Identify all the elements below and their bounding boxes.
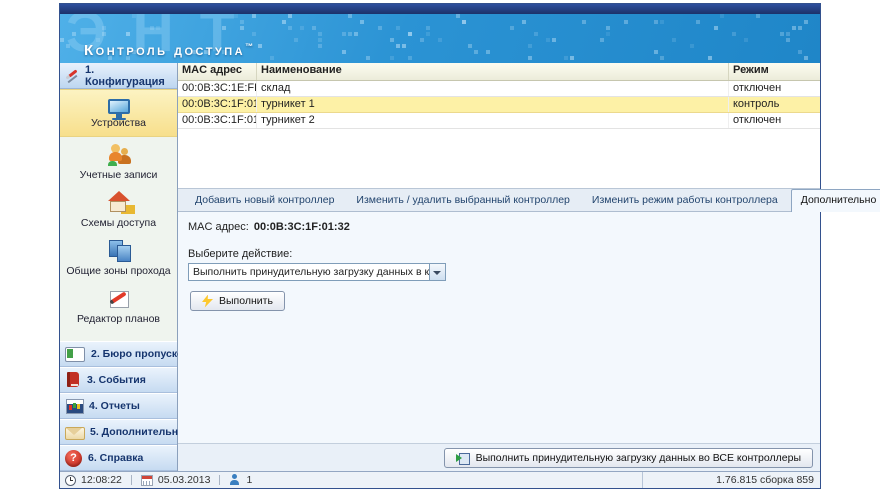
execute-all-button[interactable]: Выполнить принудительную загрузку данных…	[444, 448, 813, 468]
execute-button[interactable]: Выполнить	[190, 291, 285, 311]
execute-all-button-label: Выполнить принудительную загрузку данных…	[476, 452, 801, 464]
tab-edit-delete-controller[interactable]: Изменить / удалить выбранный контроллер	[347, 190, 578, 211]
mac-cell: 00:0B:3C:1E:FB:F8	[178, 81, 257, 96]
app-header: ЭНТ Контроль доступа™	[60, 14, 820, 63]
mode-cell: отключен	[729, 81, 820, 96]
sidebar-section-reports[interactable]: 4. Отчеты	[60, 393, 177, 419]
book-icon	[65, 372, 81, 388]
sidebar-item-label: Схемы доступа	[81, 217, 156, 229]
envelope-icon	[65, 425, 84, 440]
sidebar-section-extras[interactable]: 5. Дополнительно	[60, 419, 177, 445]
mac-cell: 00:0B:3C:1F:01:32	[178, 97, 257, 112]
sidebar-item-label: Общие зоны прохода	[66, 265, 170, 277]
bottom-action-bar: Выполнить принудительную загрузку данных…	[178, 443, 820, 471]
sidebar-section-configuration[interactable]: 1. Конфигурация	[60, 63, 177, 89]
app-title: Контроль доступа™	[84, 42, 253, 59]
sidebar-section-label: 1. Конфигурация	[85, 64, 173, 88]
tab-panel-additional: MAC адрес: 00:0B:3C:1F:01:32 Выберите дей…	[178, 212, 820, 471]
sidebar-section-label: 2. Бюро пропусков	[91, 348, 190, 360]
mode-cell: контроль	[729, 97, 820, 112]
calendar-icon	[141, 475, 153, 486]
name-cell: склад	[257, 81, 729, 96]
sidebar-section-help[interactable]: 6. Справка	[60, 445, 177, 471]
tab-additional[interactable]: Дополнительно	[791, 189, 880, 212]
panel-empty-area	[178, 311, 820, 443]
table-row-selected[interactable]: 00:0B:3C:1F:01:32 турникет 1 контроль	[178, 97, 820, 113]
tab-change-mode[interactable]: Изменить режим работы контроллера	[583, 190, 787, 211]
sidebar-section-label: 4. Отчеты	[89, 400, 140, 412]
sidebar-item-devices[interactable]: Устройства	[60, 89, 177, 137]
sidebar-section-label: 6. Справка	[88, 452, 143, 464]
mac-address-value: 00:0B:3C:1F:01:32	[254, 221, 350, 233]
clock-icon	[65, 475, 76, 486]
mac-address-label: MAC адрес:	[188, 221, 249, 233]
mac-address-line: MAC адрес: 00:0B:3C:1F:01:32	[188, 221, 820, 233]
lightning-icon	[202, 295, 213, 308]
status-separator	[131, 475, 132, 485]
sidebar-section-label: 5. Дополнительно	[90, 426, 185, 438]
help-icon	[65, 450, 82, 467]
titlebar	[60, 4, 820, 14]
sidebar-collapsed-sections: 2. Бюро пропусков 3. События 4. Отчеты 5…	[60, 341, 177, 471]
status-version: 1.76.815 сборка 859	[642, 472, 820, 488]
status-bar: 12:08:22 05.03.2013 1 1.76.815 сборка 85…	[60, 471, 820, 488]
action-select-value: Выполнить принудительную загрузку данных…	[189, 264, 429, 280]
sidebar-section-passes[interactable]: 2. Бюро пропусков	[60, 341, 177, 367]
name-cell: турникет 2	[257, 113, 729, 128]
zones-icon	[106, 238, 132, 262]
mode-cell: отключен	[729, 113, 820, 128]
sidebar-item-label: Учетные записи	[80, 169, 158, 181]
chevron-down-icon[interactable]	[429, 264, 445, 280]
tab-bar: Добавить новый контроллер Изменить / уда…	[178, 189, 820, 212]
sidebar: 1. Конфигурация Устройства Учетные запис…	[60, 63, 178, 471]
action-select-label: Выберите действие:	[188, 248, 820, 260]
chart-icon	[65, 398, 83, 414]
devices-table: MAC адрес Наименование Режим 00:0B:3C:1E…	[178, 63, 820, 189]
app-window: ЭНТ Контроль доступа™ 1. Конфигурация Ус…	[59, 3, 821, 489]
status-user-count: 1	[246, 474, 252, 486]
table-row[interactable]: 00:0B:3C:1F:01:1A турникет 2 отключен	[178, 113, 820, 129]
users-icon	[106, 142, 132, 166]
action-select[interactable]: Выполнить принудительную загрузку данных…	[188, 263, 446, 281]
sidebar-item-plan-editor[interactable]: Редактор планов	[60, 281, 177, 329]
status-separator	[219, 475, 220, 485]
execute-button-label: Выполнить	[219, 295, 273, 307]
tools-icon	[64, 68, 80, 83]
sidebar-item-accounts[interactable]: Учетные записи	[60, 137, 177, 185]
operator-icon	[229, 474, 241, 486]
table-header-row: MAC адрес Наименование Режим	[178, 63, 820, 81]
load-all-icon	[456, 452, 470, 464]
mac-cell: 00:0B:3C:1F:01:1A	[178, 113, 257, 128]
tab-add-controller[interactable]: Добавить новый контроллер	[186, 190, 343, 211]
app-title-text: Контроль доступа	[84, 42, 245, 59]
sidebar-section-label: 3. События	[87, 374, 146, 386]
badge-icon	[65, 346, 85, 362]
column-header-mode[interactable]: Режим	[729, 63, 820, 80]
status-left-group: 12:08:22 05.03.2013 1	[60, 474, 642, 486]
house-lock-icon	[106, 190, 132, 214]
monitor-icon	[108, 99, 130, 114]
sidebar-item-access-schemes[interactable]: Схемы доступа	[60, 185, 177, 233]
window-body: 1. Конфигурация Устройства Учетные запис…	[60, 63, 820, 471]
sidebar-section-events[interactable]: 3. События	[60, 367, 177, 393]
sidebar-item-common-zones[interactable]: Общие зоны прохода	[60, 233, 177, 281]
table-row[interactable]: 00:0B:3C:1E:FB:F8 склад отключен	[178, 81, 820, 97]
pencil-page-icon	[106, 286, 132, 310]
name-cell: турникет 1	[257, 97, 729, 112]
main-area: MAC адрес Наименование Режим 00:0B:3C:1E…	[178, 63, 820, 471]
trademark-symbol: ™	[245, 42, 253, 51]
sidebar-item-list: Устройства Учетные записи Схемы доступа …	[60, 89, 177, 341]
column-header-name[interactable]: Наименование	[257, 63, 729, 80]
column-header-mac[interactable]: MAC адрес	[178, 63, 257, 80]
sidebar-item-label: Редактор планов	[77, 313, 160, 325]
status-time: 12:08:22	[81, 474, 122, 486]
status-date: 05.03.2013	[158, 474, 211, 486]
